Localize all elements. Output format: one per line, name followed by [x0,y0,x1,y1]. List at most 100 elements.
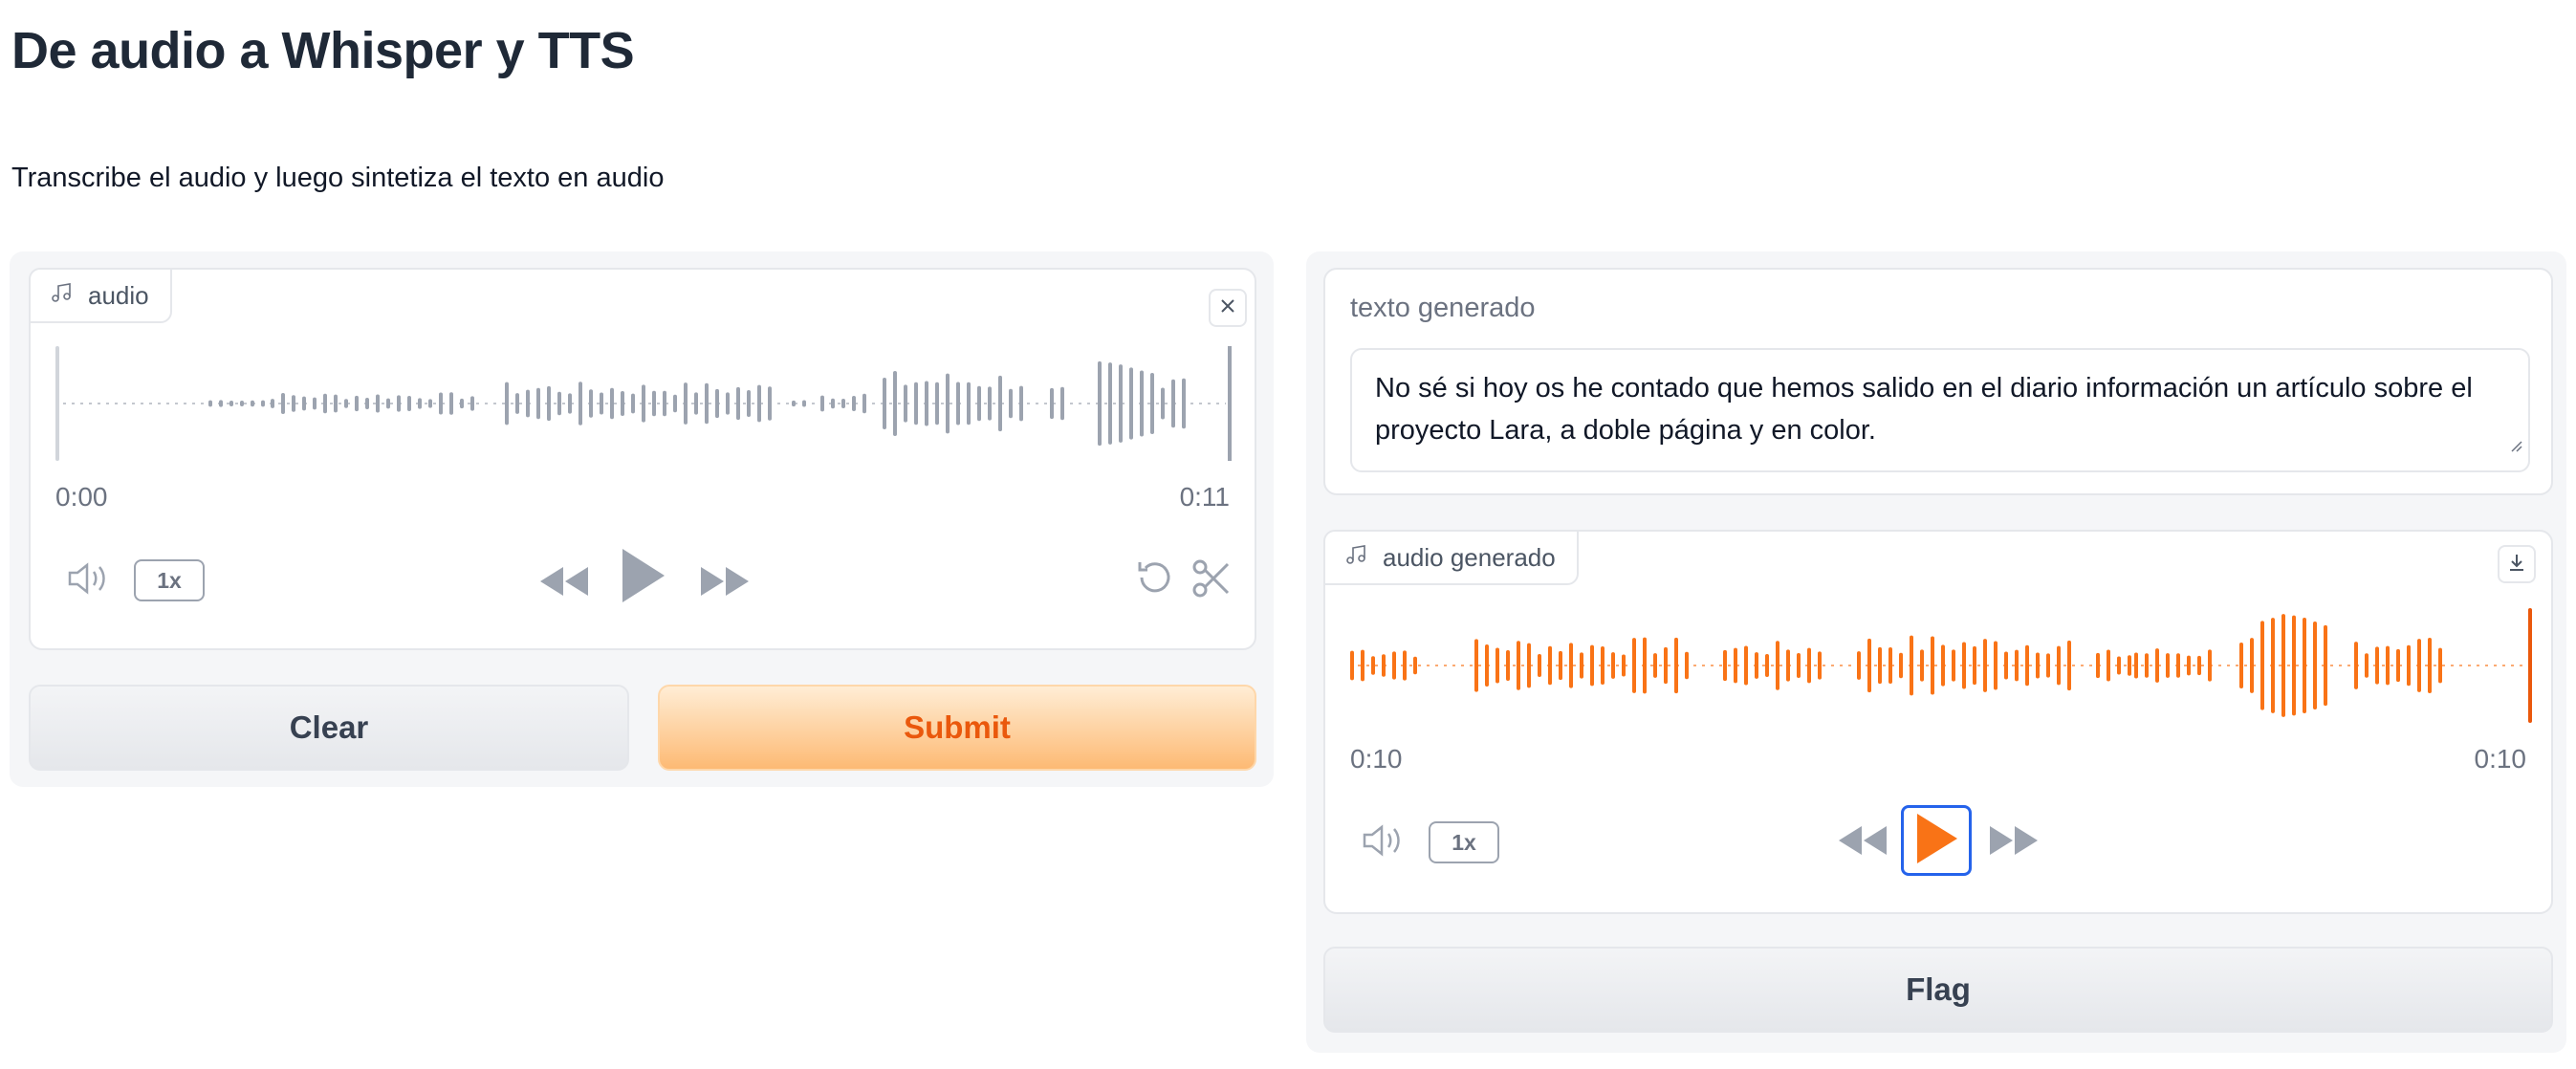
waveform-bar [2375,646,2379,685]
waveform-bar [1060,386,1064,421]
waveform-bar [1182,378,1186,429]
submit-button[interactable]: Submit [658,685,1256,771]
waveform-bar [768,386,772,421]
reset-button[interactable] [1130,556,1178,604]
waveform-bar [579,382,582,425]
waveform-bar [1495,647,1499,684]
waveform-bar [684,382,688,425]
waveform-bar [1674,637,1678,694]
waveform-bar [2036,652,2040,679]
waveform-bar [2208,649,2212,682]
play-button[interactable] [614,543,671,612]
output-waveform[interactable] [1350,608,2534,723]
waveform-bar [1548,645,1552,686]
waveform-bar [1371,656,1375,675]
waveform-bar [1413,656,1417,675]
waveform-bar [831,398,835,409]
waveform-bar [998,375,1002,432]
waveform-bar [526,389,530,418]
waveform-bar [642,384,645,423]
rewind-icon [538,565,590,602]
resize-handle-icon[interactable] [2509,423,2522,465]
waveform-bar [1538,654,1541,677]
waveform-bar [2396,648,2400,683]
flag-button[interactable]: Flag [1323,947,2553,1033]
waveform-bar [2096,652,2100,679]
waveform-bar [460,398,464,409]
waveform-bar [1643,637,1647,694]
waveform-bar [2117,656,2121,675]
waveform-bar [1952,649,1955,682]
input-waveform[interactable] [55,346,1233,461]
play-button[interactable] [1901,805,1972,876]
playback-speed-button[interactable]: 1x [134,559,205,601]
waveform-bar [323,393,327,414]
clear-button[interactable]: Clear [29,685,629,771]
volume-button[interactable] [65,556,113,604]
playback-speed-button[interactable]: 1x [1429,821,1499,863]
waveform-bar [2145,653,2149,678]
trim-button[interactable] [1188,556,1235,604]
waveform-bar [557,391,561,416]
waveform-bar [2107,649,2110,682]
waveform-bar [757,384,761,423]
waveform-bar [386,398,390,409]
input-time-start: 0:00 [55,482,108,512]
waveform-bar [313,397,317,410]
waveform-bar [536,387,540,420]
close-icon [1218,296,1237,320]
skip-forward-button[interactable] [698,556,752,610]
waveform-bar [2313,622,2317,709]
waveform-bar [1994,641,1997,690]
waveform-bar [2260,621,2264,710]
skip-backward-button[interactable] [1836,816,1889,869]
waveform-bar [2239,643,2243,688]
waveform-bar [935,382,939,425]
skip-forward-button[interactable] [1987,816,2041,869]
waveform-bar [1150,373,1154,434]
waveform-bar [852,395,856,412]
waveform-bar [914,382,918,425]
waveform-bar [1611,652,1615,679]
fast-forward-icon [699,565,751,602]
waveform-bar [747,389,751,418]
input-audio-label: audio [29,268,172,323]
waveform-bar [2292,615,2296,716]
waveform-bar [547,385,551,422]
waveform-bar [1632,638,1636,693]
waveform-bar [1485,644,1489,687]
waveform-bar [925,381,928,426]
waveform-bar [1653,653,1657,678]
volume-button[interactable] [1360,818,1408,866]
waveform-bar [515,393,519,414]
waveform-bar [1664,646,1668,685]
waveform-bar [439,392,443,415]
waveform-bar [893,371,897,436]
waveform-bar [841,399,845,408]
output-time-start: 0:10 [1350,744,1403,774]
music-note-icon [1344,543,1367,573]
waveform-bar [1744,645,1748,686]
waveform-bar [1878,646,1882,685]
music-note-icon [50,281,73,311]
output-text-label: texto generado [1350,293,1536,323]
waveform-bar [1119,364,1123,443]
skip-backward-button[interactable] [537,556,591,610]
waveform-bar [219,400,223,407]
waveform-bar [802,400,806,407]
waveform-bar [568,393,572,414]
waveform-bar [2250,638,2254,693]
download-button[interactable] [2498,545,2536,583]
waveform-bar [2281,614,2285,717]
waveform-bar [2354,642,2358,689]
waveform-bar [1755,652,1758,679]
waveform-bar [208,400,212,407]
rewind-icon [1837,824,1888,862]
waveform-bar [673,394,677,413]
waveform-bar [967,382,971,425]
volume-icon [1362,823,1406,862]
waveform-bar [1506,649,1510,682]
waveform-bar [792,400,796,407]
output-textbox[interactable]: No sé si hoy os he contado que hemos sal… [1350,348,2530,472]
clear-audio-button[interactable] [1209,289,1247,327]
